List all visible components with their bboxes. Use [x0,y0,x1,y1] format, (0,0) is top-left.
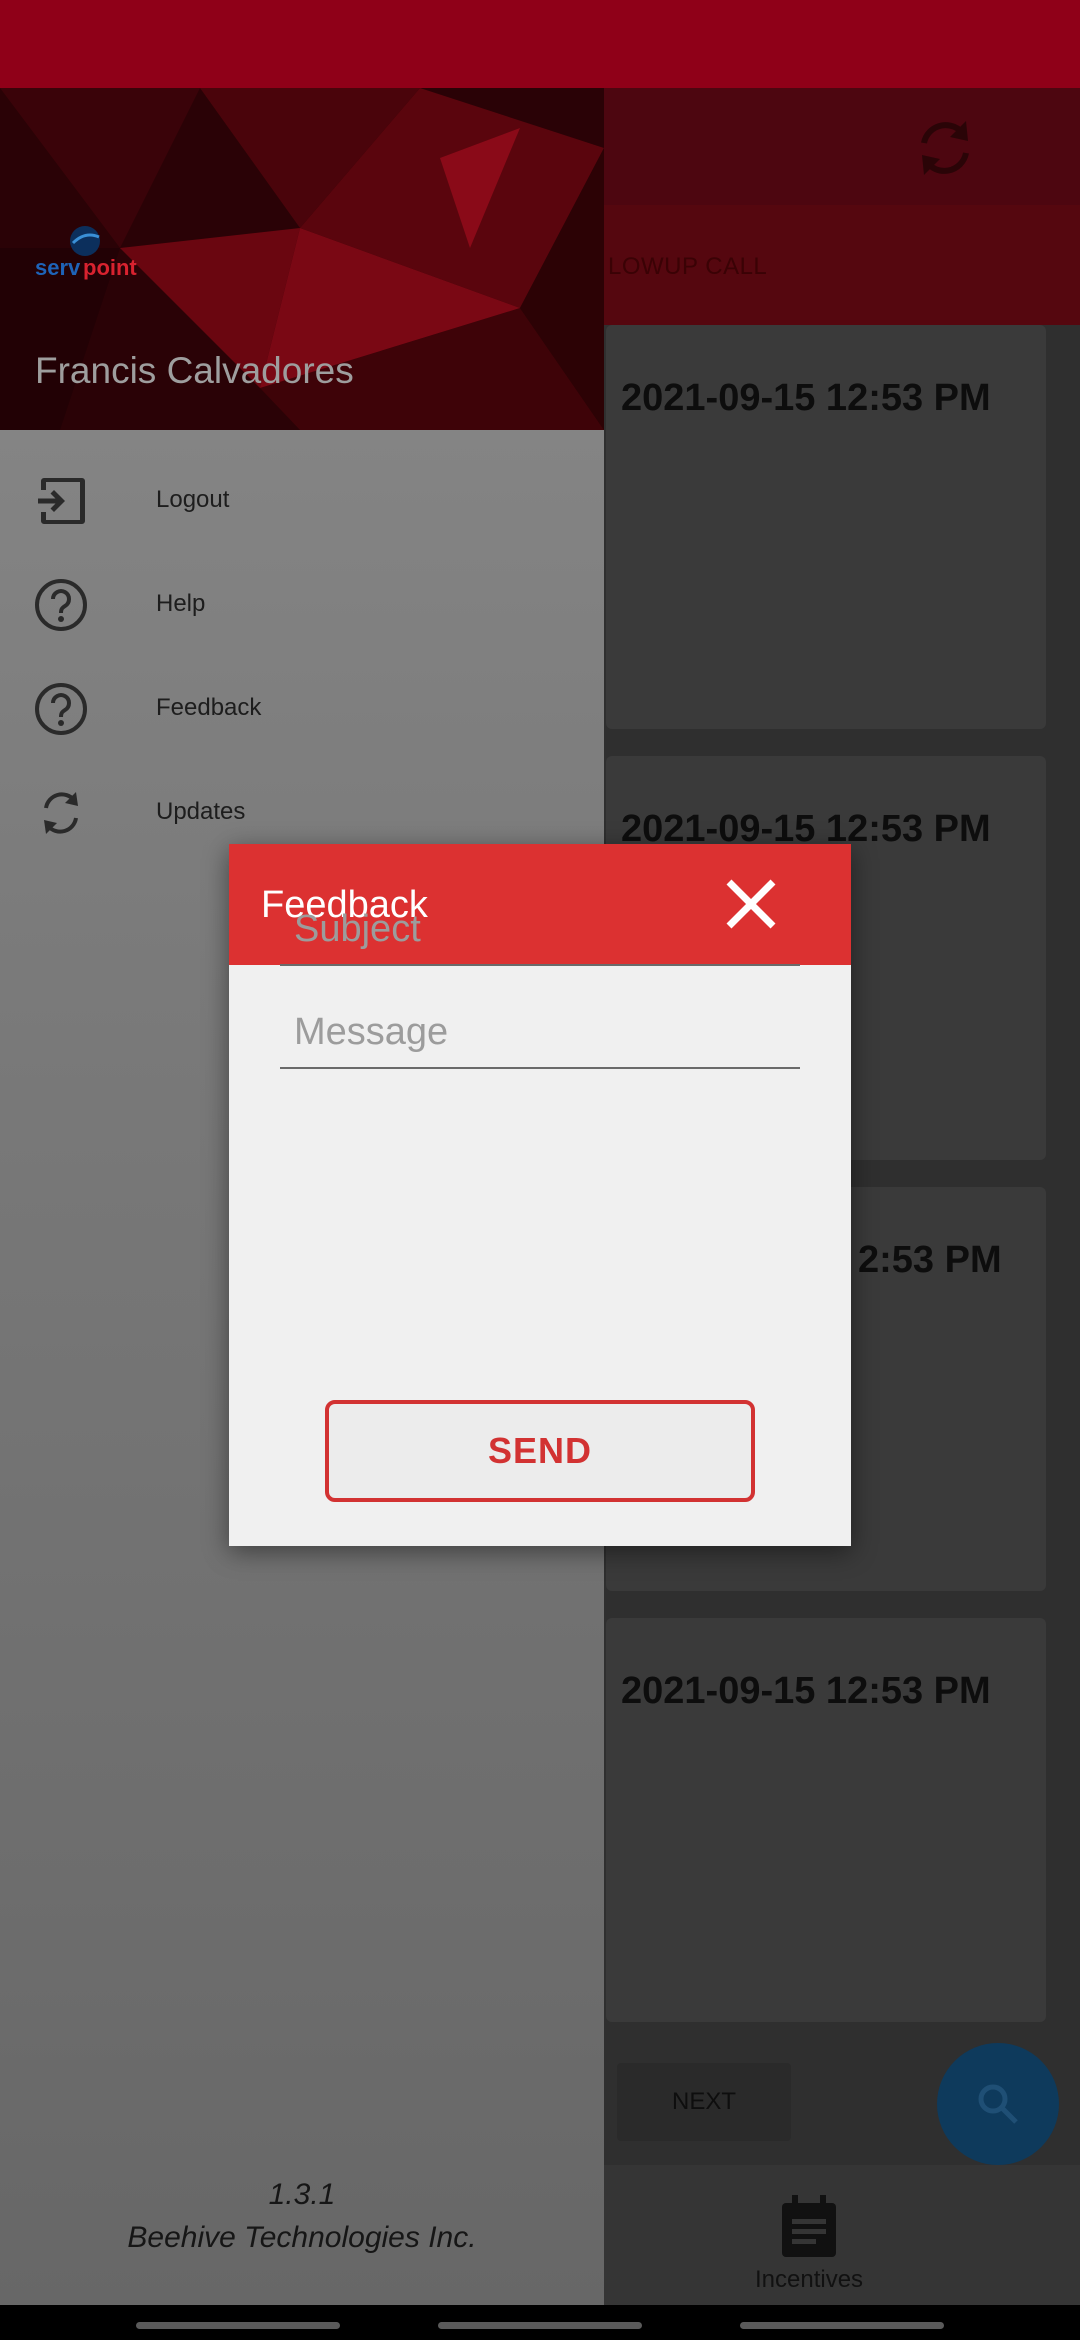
menu-item-label: Help [156,590,206,617]
search-fab[interactable] [937,2043,1059,2165]
refresh-icon[interactable] [910,113,980,183]
incentives-icon[interactable] [778,2195,840,2261]
app-version: 1.3.1 [268,2178,336,2211]
menu-item-help[interactable]: Help [0,552,604,656]
servpoint-logo: serv point [33,223,143,288]
subject-input[interactable] [280,894,800,966]
bottom-nav-incentives-label: Incentives [755,2266,864,2293]
nav-handle [740,2322,944,2329]
system-navigation-bar [0,2305,1080,2340]
nav-handle [136,2322,340,2329]
sync-icon [44,792,78,834]
tab-followup-call[interactable]: LOWUP CALL [608,253,767,281]
card-date: 2021-09-15 12:53 PM [621,1670,991,1712]
next-button[interactable]: NEXT [617,2063,791,2141]
feedback-dialog: Feedback SEND [229,844,851,1546]
list-item[interactable]: 2021-09-15 12:53 PM [606,1618,1046,2022]
status-bar [0,0,1080,88]
user-name: Francis Calvadores [35,350,354,391]
svg-text:serv: serv [35,255,81,280]
svg-text:point: point [83,255,137,280]
menu-item-logout[interactable]: Logout [0,448,604,552]
drawer-header: serv point Francis Calvadores [0,88,604,430]
menu-item-label: Logout [156,486,230,513]
menu-item-feedback[interactable]: Feedback [0,656,604,760]
help-icon [35,579,87,631]
help-icon [35,683,87,735]
nav-handle [438,2322,642,2329]
message-input[interactable] [280,997,800,1069]
card-date: 2:53 PM [858,1239,1002,1281]
card-date: 2021-09-15 12:53 PM [621,377,991,419]
menu-item-label: Feedback [156,694,262,721]
search-icon [978,2084,1018,2124]
company-name: Beehive Technologies Inc. [127,2221,477,2254]
list-item[interactable]: 2021-09-15 12:53 PM [606,325,1046,729]
logout-icon [38,478,85,524]
send-button[interactable]: SEND [325,1400,755,1502]
menu-item-label: Updates [156,798,246,825]
